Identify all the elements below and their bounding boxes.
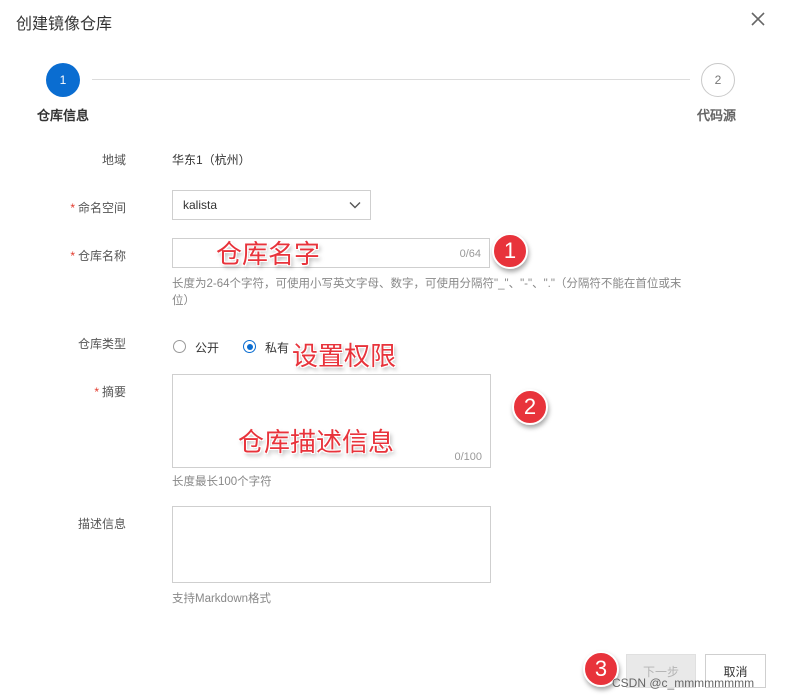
summary-label: * 摘要 [6, 383, 126, 400]
radio-public-label: 公开 [195, 341, 220, 355]
radio-private[interactable] [243, 340, 256, 353]
annotation-repo-name: 仓库名字 [216, 239, 321, 269]
repo-name-label-text: 仓库名称 [77, 249, 126, 263]
region-value: 华东1（杭州） [172, 153, 251, 167]
annotation-permission: 设置权限 [292, 341, 397, 371]
region-label: 地域 [101, 153, 126, 167]
repo-name-label: * 仓库名称 [6, 247, 126, 264]
close-icon[interactable] [748, 9, 768, 29]
step-1-indicator: 1 [46, 63, 80, 97]
step-1-label: 仓库信息 [37, 108, 90, 123]
annotation-badge-2: 2 [512, 389, 548, 425]
repo-name-hint: 长度为2-64个字符，可使用小写英文字母、数字，可使用分隔符"_"、"-"、".… [172, 278, 682, 307]
namespace-label: * 命名空间 [6, 199, 126, 216]
watermark: CSDN @c_mmmmmmmm [612, 676, 755, 690]
summary-counter: 0/100 [454, 451, 482, 463]
radio-public[interactable] [173, 340, 186, 353]
annotation-summary: 仓库描述信息 [238, 427, 395, 457]
annotation-badge-1: 1 [492, 233, 528, 269]
namespace-label-text: 命名空间 [77, 201, 126, 215]
step-connector [92, 79, 690, 80]
description-hint: 支持Markdown格式 [172, 593, 272, 605]
required-mark: * [70, 249, 75, 263]
description-label: 描述信息 [77, 517, 126, 531]
required-mark: * [70, 201, 75, 215]
repo-name-counter: 0/64 [459, 248, 481, 260]
summary-hint: 长度最长100个字符 [172, 476, 272, 488]
summary-label-text: 摘要 [101, 385, 126, 399]
description-textarea[interactable] [172, 506, 491, 583]
chevron-down-icon [349, 202, 361, 209]
step-2-label: 代码源 [697, 108, 737, 123]
required-mark: * [94, 385, 99, 399]
dialog-title: 创建镜像仓库 [16, 16, 113, 33]
step-2-indicator: 2 [701, 63, 735, 97]
radio-private-label: 私有 [265, 341, 290, 355]
namespace-selected-value: kalista [183, 198, 218, 212]
repo-type-label: 仓库类型 [77, 337, 126, 351]
namespace-select[interactable]: kalista [172, 190, 371, 220]
